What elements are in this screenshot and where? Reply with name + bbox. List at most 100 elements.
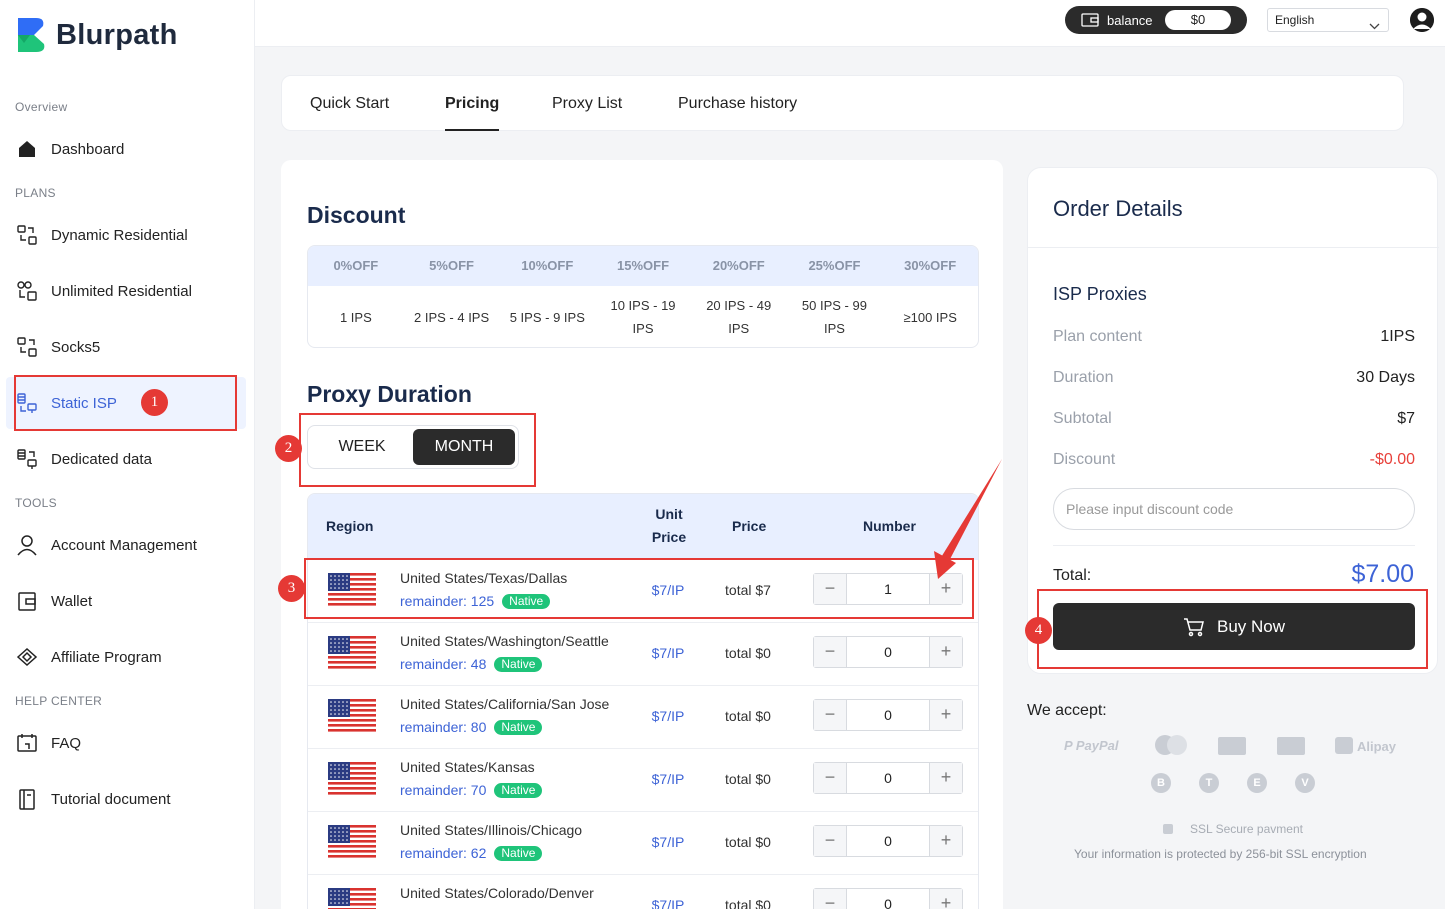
row-total-price: total $0 [725,771,771,787]
sidebar-item-account-management[interactable]: Account Management [6,519,246,571]
decrement-button[interactable]: − [814,826,846,856]
tab-bar: Quick Start Pricing Proxy List Purchase … [281,75,1404,131]
tab-purchase-history[interactable]: Purchase history [678,95,797,113]
region-name: United States/Colorado/Denver [400,885,594,901]
unit-price: $7/IP [651,708,685,724]
sidebar-item-affiliate-program[interactable]: Affiliate Program [6,631,246,683]
table-row: United States/Kansas remainder: 70 Native $… [308,749,978,812]
quantity-input[interactable]: 0 [846,637,930,667]
table-row: United States/Illinois/Chicago remainder:… [308,812,978,875]
tab-proxy-list[interactable]: Proxy List [552,95,622,113]
tab-pricing[interactable]: Pricing [445,95,500,131]
quantity-stepper: −0 + [813,762,963,794]
balance-label: balance [1107,12,1153,28]
decrement-button[interactable]: − [814,763,846,793]
table-row: United States/Washington/Seattle remainde… [308,623,978,686]
quantity-stepper: −0 + [813,699,963,731]
sidebar-item-tutorial-document[interactable]: Tutorial document [6,773,246,825]
socks-icon [16,336,38,358]
logo-icon [16,16,46,54]
region-name: United States/Washington/Seattle [400,633,609,649]
quantity-input[interactable]: 0 [846,826,930,856]
increment-button[interactable]: + [930,889,962,909]
us-flag-icon [328,888,376,909]
bitcoin-icon: B [1151,773,1171,793]
order-title: Order Details [1053,196,1183,221]
region-table-header: Region Unit Price Price Number [308,494,978,560]
language-select[interactable]: English [1267,8,1389,32]
discount-tier: 25%OFF [808,258,861,273]
row-total-price: total $0 [725,897,771,909]
quantity-input[interactable]: 0 [846,763,930,793]
table-row: United States/Colorado/Denver $7/IP total … [308,875,978,909]
order-product: ISP Proxies [1053,284,1147,304]
user-icon [16,534,38,556]
sidebar-item-label: Wallet [51,592,93,610]
annotation-badge-3: 3 [278,575,305,602]
language-value: English [1275,13,1315,27]
divider [1028,247,1439,248]
native-badge: Native [494,720,543,735]
brand-logo[interactable]: Blurpath [16,16,178,54]
sidebar: Blurpath Overview Dashboard PLANS Dynami… [0,0,255,909]
visa-icon [1277,737,1305,755]
we-accept-label: We accept: [1027,702,1107,719]
col-unit-price: Unit Price [651,506,687,545]
discount-range: ≥100 IPS [903,309,957,325]
region-table: Region Unit Price Price Number United St… [307,493,979,909]
discount-tier: 0%OFF [333,258,379,273]
sidebar-item-label: Socks5 [51,338,101,356]
tron-icon: V [1295,773,1315,793]
increment-button[interactable]: + [930,763,962,793]
sidebar-item-dashboard[interactable]: Dashboard [6,123,246,175]
row-total-price: total $0 [725,834,771,850]
us-flag-icon [328,636,376,671]
quantity-input[interactable]: 0 [846,700,930,730]
quantity-stepper: −0 + [813,636,963,668]
col-region: Region [326,518,374,534]
subtotal-value: $7 [1397,410,1415,427]
lock-icon [1163,824,1173,834]
decrement-button[interactable]: − [814,889,846,909]
sidebar-item-faq[interactable]: FAQ [6,717,246,769]
annotation-badge-2: 2 [275,435,302,462]
sidebar-item-socks5[interactable]: Socks5 [6,321,246,373]
annotation-box-4 [1037,589,1428,669]
us-flag-icon [328,762,376,797]
annotation-box-3 [304,558,974,619]
balance-pill[interactable]: balance $0 [1065,6,1247,34]
decrement-button[interactable]: − [814,700,846,730]
unit-price: $7/IP [651,897,685,909]
sidebar-item-label: Affiliate Program [51,648,162,666]
plan-content-label: Plan content [1053,328,1142,345]
unit-price: $7/IP [651,834,685,850]
quantity-input[interactable]: 0 [846,889,930,909]
col-number: Number [863,518,916,534]
sidebar-item-unlimited-residential[interactable]: Unlimited Residential [6,265,246,317]
tab-quick-start[interactable]: Quick Start [310,95,389,113]
ethereum-icon: E [1247,773,1267,793]
sidebar-item-dedicated-data[interactable]: Dedicated data [6,433,246,485]
sidebar-item-wallet[interactable]: Wallet [6,575,246,627]
sidebar-item-dynamic-residential[interactable]: Dynamic Residential [6,209,246,261]
residential-icon [16,224,38,246]
annotation-box-1 [14,375,237,431]
alipay-icon: Alipay [1335,737,1396,754]
mastercard-icon [1155,735,1187,755]
ssl-note: Your information is protected by 256-bit… [1074,847,1367,861]
sidebar-item-label: Tutorial document [51,790,171,808]
total-value: $7.00 [1351,560,1414,588]
avatar[interactable] [1410,8,1434,32]
discount-code-input[interactable]: Please input discount code [1053,488,1415,530]
region-name: United States/Kansas [400,759,535,775]
section-tools: TOOLS [15,496,57,510]
native-badge: Native [494,783,543,798]
total-label: Total: [1053,567,1092,584]
section-help-center: HELP CENTER [15,694,103,708]
increment-button[interactable]: + [930,637,962,667]
amex-icon [1218,737,1246,755]
increment-button[interactable]: + [930,826,962,856]
increment-button[interactable]: + [930,700,962,730]
section-plans: PLANS [15,186,56,200]
decrement-button[interactable]: − [814,637,846,667]
